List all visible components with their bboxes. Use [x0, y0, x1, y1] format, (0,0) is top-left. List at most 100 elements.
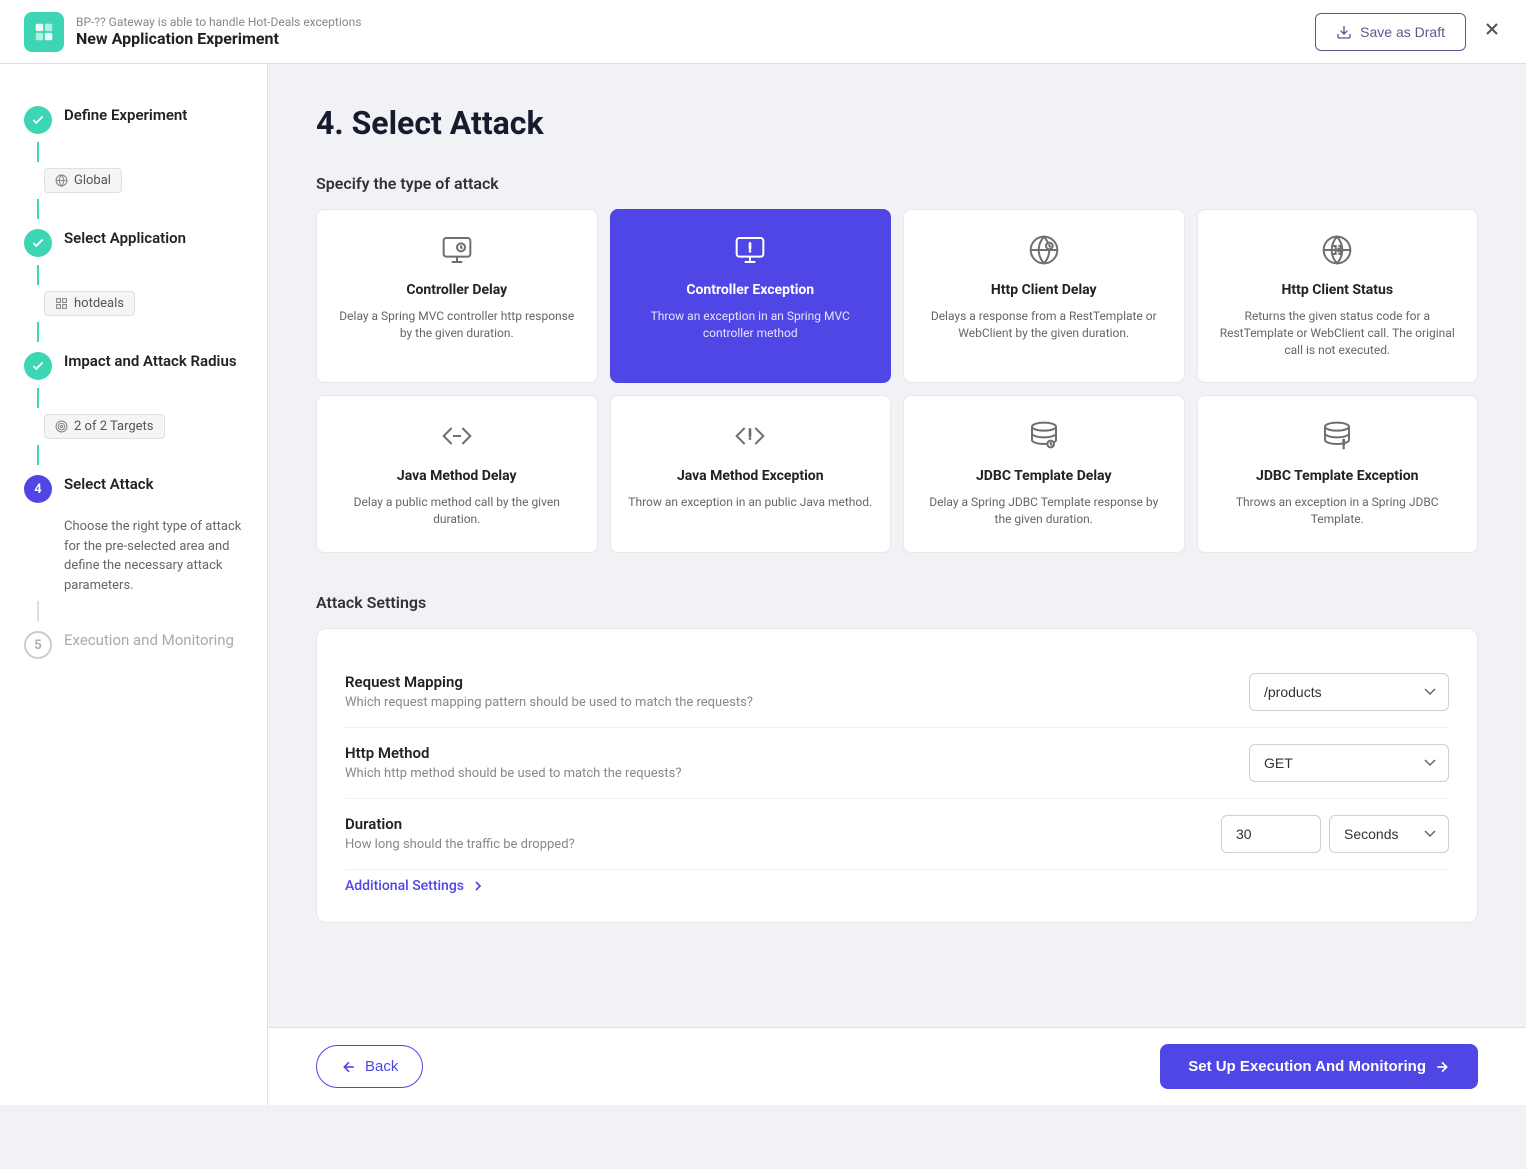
additional-settings-link[interactable]: Additional Settings — [345, 870, 1449, 894]
sidebar: Define Experiment Global Select Applicat… — [0, 64, 268, 1105]
step-4-indicator: 4 — [24, 475, 52, 503]
connector-4 — [37, 601, 39, 621]
request-mapping-row: Request Mapping Which request mapping pa… — [345, 657, 1449, 728]
check-icon-3 — [31, 359, 45, 373]
duration-label: Duration — [345, 815, 575, 833]
step-5-label: Execution and Monitoring — [64, 629, 234, 649]
duration-input-group: Seconds Minutes Hours — [1221, 815, 1449, 853]
page-title: 4. Select Attack — [316, 104, 1478, 142]
arrow-left-icon — [341, 1059, 357, 1075]
step-3-indicator — [24, 352, 52, 380]
jdbc-delay-title: JDBC Template Delay — [976, 468, 1112, 484]
connector-1 — [37, 142, 39, 162]
attack-card-http-client-status[interactable]: Http Client Status Returns the given sta… — [1197, 209, 1479, 383]
http-method-select[interactable]: GET POST PUT DELETE PATCH — [1249, 744, 1449, 782]
step-5-indicator: 5 — [24, 631, 52, 659]
hotdeals-tag: hotdeals — [44, 291, 135, 316]
http-client-status-title: Http Client Status — [1281, 282, 1393, 298]
grid-icon — [55, 297, 68, 310]
step-1-label: Define Experiment — [64, 104, 187, 124]
controller-delay-icon — [441, 234, 473, 272]
sidebar-sub-global: Global — [0, 162, 267, 199]
check-icon-2 — [31, 236, 45, 250]
save-draft-button[interactable]: Save as Draft — [1315, 13, 1466, 51]
http-client-status-desc: Returns the given status code for a Rest… — [1214, 308, 1462, 358]
sidebar-item-impact: Impact and Attack Radius — [0, 342, 267, 388]
http-method-row: Http Method Which http method should be … — [345, 728, 1449, 799]
controller-exception-desc: Throw an exception in an Spring MVC cont… — [627, 308, 875, 342]
connector-1b — [37, 199, 39, 219]
http-method-label: Http Method — [345, 744, 681, 762]
back-button[interactable]: Back — [316, 1045, 423, 1088]
attack-card-jdbc-exception[interactable]: JDBC Template Exception Throws an except… — [1197, 395, 1479, 553]
close-button[interactable] — [1482, 19, 1502, 45]
attack-card-java-method-delay[interactable]: Java Method Delay Delay a public method … — [316, 395, 598, 553]
connector-3 — [37, 388, 39, 408]
step-3-label: Impact and Attack Radius — [64, 350, 237, 370]
request-mapping-hint: Which request mapping pattern should be … — [345, 695, 753, 710]
globe-icon — [55, 174, 68, 187]
duration-control: Seconds Minutes Hours — [1169, 815, 1449, 853]
http-client-delay-title: Http Client Delay — [991, 282, 1097, 298]
step-2-indicator — [24, 229, 52, 257]
java-method-delay-title: Java Method Delay — [397, 468, 517, 484]
java-method-exception-desc: Throw an exception in an public Java met… — [628, 494, 872, 511]
chevron-right-icon — [470, 878, 486, 894]
main-layout: Define Experiment Global Select Applicat… — [0, 64, 1526, 1105]
attack-card-java-method-exception[interactable]: Java Method Exception Throw an exception… — [610, 395, 892, 553]
attack-type-grid: Controller Delay Delay a Spring MVC cont… — [316, 209, 1478, 553]
targets-tag: 2 of 2 Targets — [44, 414, 165, 439]
connector-3b — [37, 445, 39, 465]
next-button[interactable]: Set Up Execution And Monitoring — [1160, 1044, 1478, 1089]
duration-unit-select[interactable]: Seconds Minutes Hours — [1329, 815, 1449, 853]
global-tag: Global — [44, 168, 122, 193]
java-method-delay-icon — [441, 420, 473, 458]
step-4-label: Select Attack — [64, 473, 154, 493]
http-method-label-area: Http Method Which http method should be … — [345, 744, 681, 781]
footer: Back Set Up Execution And Monitoring — [268, 1027, 1526, 1105]
step-2-label: Select Application — [64, 227, 186, 247]
header-right: Save as Draft — [1315, 13, 1502, 51]
http-client-delay-desc: Delays a response from a RestTemplate or… — [920, 308, 1168, 342]
target-icon — [55, 420, 68, 433]
sidebar-item-select-attack: 4 Select Attack — [0, 465, 267, 511]
check-icon — [31, 113, 45, 127]
header-left: BP-?? Gateway is able to handle Hot-Deal… — [24, 12, 361, 52]
attack-card-controller-delay[interactable]: Controller Delay Delay a Spring MVC cont… — [316, 209, 598, 383]
attack-card-jdbc-delay[interactable]: JDBC Template Delay Delay a Spring JDBC … — [903, 395, 1185, 553]
sidebar-sub-hotdeals: hotdeals — [0, 285, 267, 322]
request-mapping-label: Request Mapping — [345, 673, 753, 691]
header: BP-?? Gateway is able to handle Hot-Deal… — [0, 0, 1526, 64]
arrow-right-icon — [1434, 1059, 1450, 1075]
duration-number-input[interactable] — [1221, 815, 1321, 853]
connector-2b — [37, 322, 39, 342]
sidebar-sub-targets: 2 of 2 Targets — [0, 408, 267, 445]
http-client-status-icon — [1321, 234, 1353, 272]
header-title-area: BP-?? Gateway is able to handle Hot-Deal… — [76, 15, 361, 48]
request-mapping-select[interactable]: /products /orders /users /cart — [1249, 673, 1449, 711]
request-mapping-label-area: Request Mapping Which request mapping pa… — [345, 673, 753, 710]
save-icon — [1336, 24, 1352, 40]
connector-2 — [37, 265, 39, 285]
app-logo — [24, 12, 64, 52]
duration-label-area: Duration How long should the traffic be … — [345, 815, 575, 852]
controller-delay-title: Controller Delay — [406, 282, 507, 298]
jdbc-exception-icon — [1321, 420, 1353, 458]
close-icon — [1482, 19, 1502, 39]
attack-section-title: Specify the type of attack — [316, 174, 1478, 193]
java-method-exception-icon — [734, 420, 766, 458]
controller-exception-title: Controller Exception — [686, 282, 814, 298]
sidebar-item-select-app: Select Application — [0, 219, 267, 265]
main-content: 4. Select Attack Specify the type of att… — [268, 64, 1526, 1105]
settings-card: Request Mapping Which request mapping pa… — [316, 628, 1478, 923]
attack-card-http-client-delay[interactable]: Http Client Delay Delays a response from… — [903, 209, 1185, 383]
http-method-hint: Which http method should be used to matc… — [345, 766, 681, 781]
jdbc-delay-desc: Delay a Spring JDBC Template response by… — [920, 494, 1168, 528]
attack-card-controller-exception[interactable]: Controller Exception Throw an exception … — [610, 209, 892, 383]
http-client-delay-icon — [1028, 234, 1060, 272]
http-method-control: GET POST PUT DELETE PATCH — [1169, 744, 1449, 782]
java-method-delay-desc: Delay a public method call by the given … — [333, 494, 581, 528]
java-method-exception-title: Java Method Exception — [677, 468, 824, 484]
sidebar-item-execution: 5 Execution and Monitoring — [0, 621, 267, 667]
request-mapping-control: /products /orders /users /cart — [1169, 673, 1449, 711]
